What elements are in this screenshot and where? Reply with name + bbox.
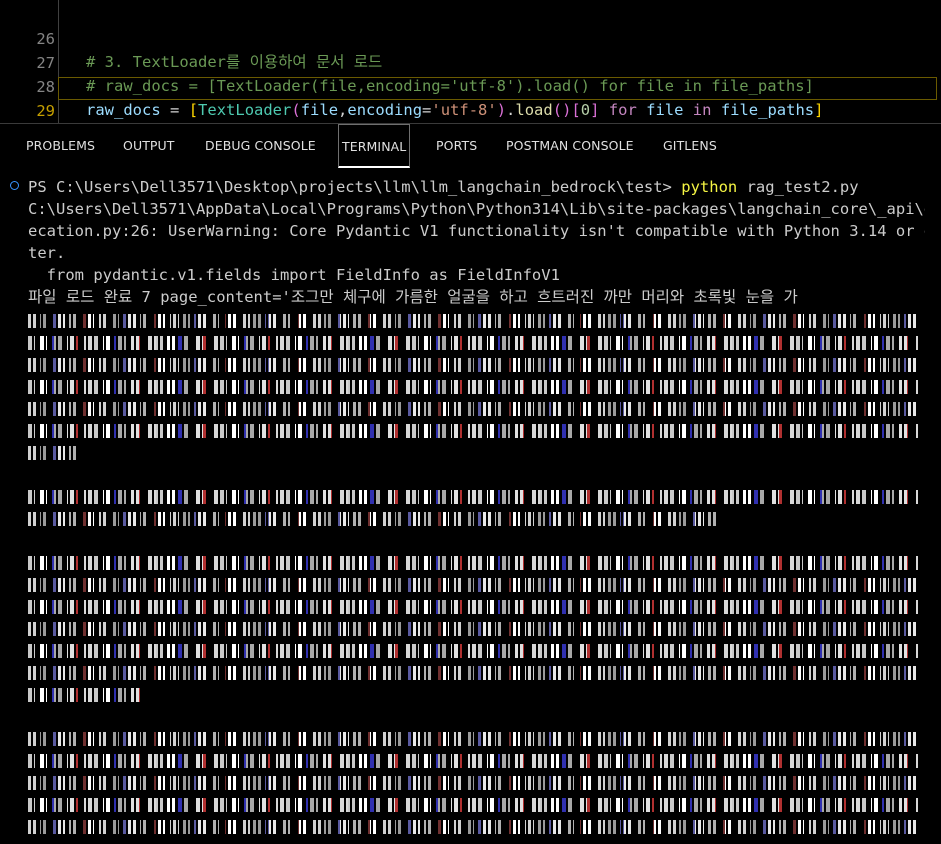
panel-tab-bar: PROBLEMS OUTPUT DEBUG CONSOLE TERMINAL P… — [0, 123, 941, 168]
terminal-scrollbar[interactable] — [927, 176, 941, 844]
garbled-text-row — [28, 446, 78, 460]
garbled-text-row — [28, 666, 918, 680]
garbled-text-row — [28, 556, 918, 570]
prompt-args: rag_test2.py — [737, 178, 859, 196]
garbled-text-row — [28, 600, 918, 614]
prompt-command: python — [681, 178, 738, 196]
tab-gitlens[interactable]: GITLENS — [663, 124, 717, 168]
tab-problems[interactable]: PROBLEMS — [26, 124, 95, 168]
terminal-output-line: C:\Users\Dell3571\AppData\Local\Programs… — [28, 200, 925, 218]
tab-output[interactable]: OUTPUT — [123, 124, 175, 168]
tab-ports[interactable]: PORTS — [436, 124, 477, 168]
garbled-text-row — [28, 380, 918, 394]
garbled-text-row — [28, 644, 918, 658]
terminal-prompt-line: PS C:\Users\Dell3571\Desktop\projects\ll… — [28, 176, 859, 198]
garbled-text-row — [28, 424, 918, 438]
garbled-text-row — [28, 688, 148, 702]
code-line-26[interactable]: 26 # 3. TextLoader를 이용하여 문서 로드 — [0, 5, 941, 71]
tab-postman-console[interactable]: POSTMAN CONSOLE — [506, 124, 634, 168]
garbled-text-row — [28, 314, 918, 328]
garbled-text-row — [28, 358, 918, 372]
garbled-text-row — [28, 820, 918, 834]
tab-debug-console[interactable]: DEBUG CONSOLE — [205, 124, 316, 168]
tab-terminal[interactable]: TERMINAL — [338, 124, 411, 168]
code-line-28[interactable]: 28 raw_docs = [TextLoader(file,encoding=… — [0, 53, 941, 119]
terminal-output[interactable]: PS C:\Users\Dell3571\Desktop\projects\ll… — [0, 176, 925, 844]
code-line-29[interactable]: 29 print('파일 로드 완료', len(raw_docs), raw_… — [0, 77, 941, 120]
garbled-text-row — [28, 732, 918, 746]
code-line-30[interactable]: 30 — [0, 101, 941, 123]
garbled-text-row — [28, 490, 918, 504]
prompt-path: PS C:\Users\Dell3571\Desktop\projects\ll… — [28, 178, 672, 196]
code-editor[interactable]: 26 # 3. TextLoader를 이용하여 문서 로드 27 # raw_… — [0, 0, 941, 123]
code-line-27[interactable]: 27 # raw_docs = [TextLoader(file,encodin… — [0, 29, 941, 95]
terminal-output-line: from pydantic.v1.fields import FieldInfo… — [28, 266, 560, 284]
garbled-text-row — [28, 622, 918, 636]
garbled-text-row — [28, 578, 918, 592]
garbled-text-row — [28, 512, 718, 526]
garbled-text-row — [28, 402, 918, 416]
terminal-output-line: ter. — [28, 244, 66, 262]
garbled-text-row — [28, 776, 918, 790]
garbled-text-row — [28, 754, 918, 768]
terminal-output-line: 파일 로드 완료 7 page_content='조그만 체구에 가름한 얼굴을… — [28, 288, 798, 306]
garbled-text-row — [28, 798, 918, 812]
terminal-output-line: ecation.py:26: UserWarning: Core Pydanti… — [28, 222, 925, 240]
garbled-text-row — [28, 336, 918, 350]
